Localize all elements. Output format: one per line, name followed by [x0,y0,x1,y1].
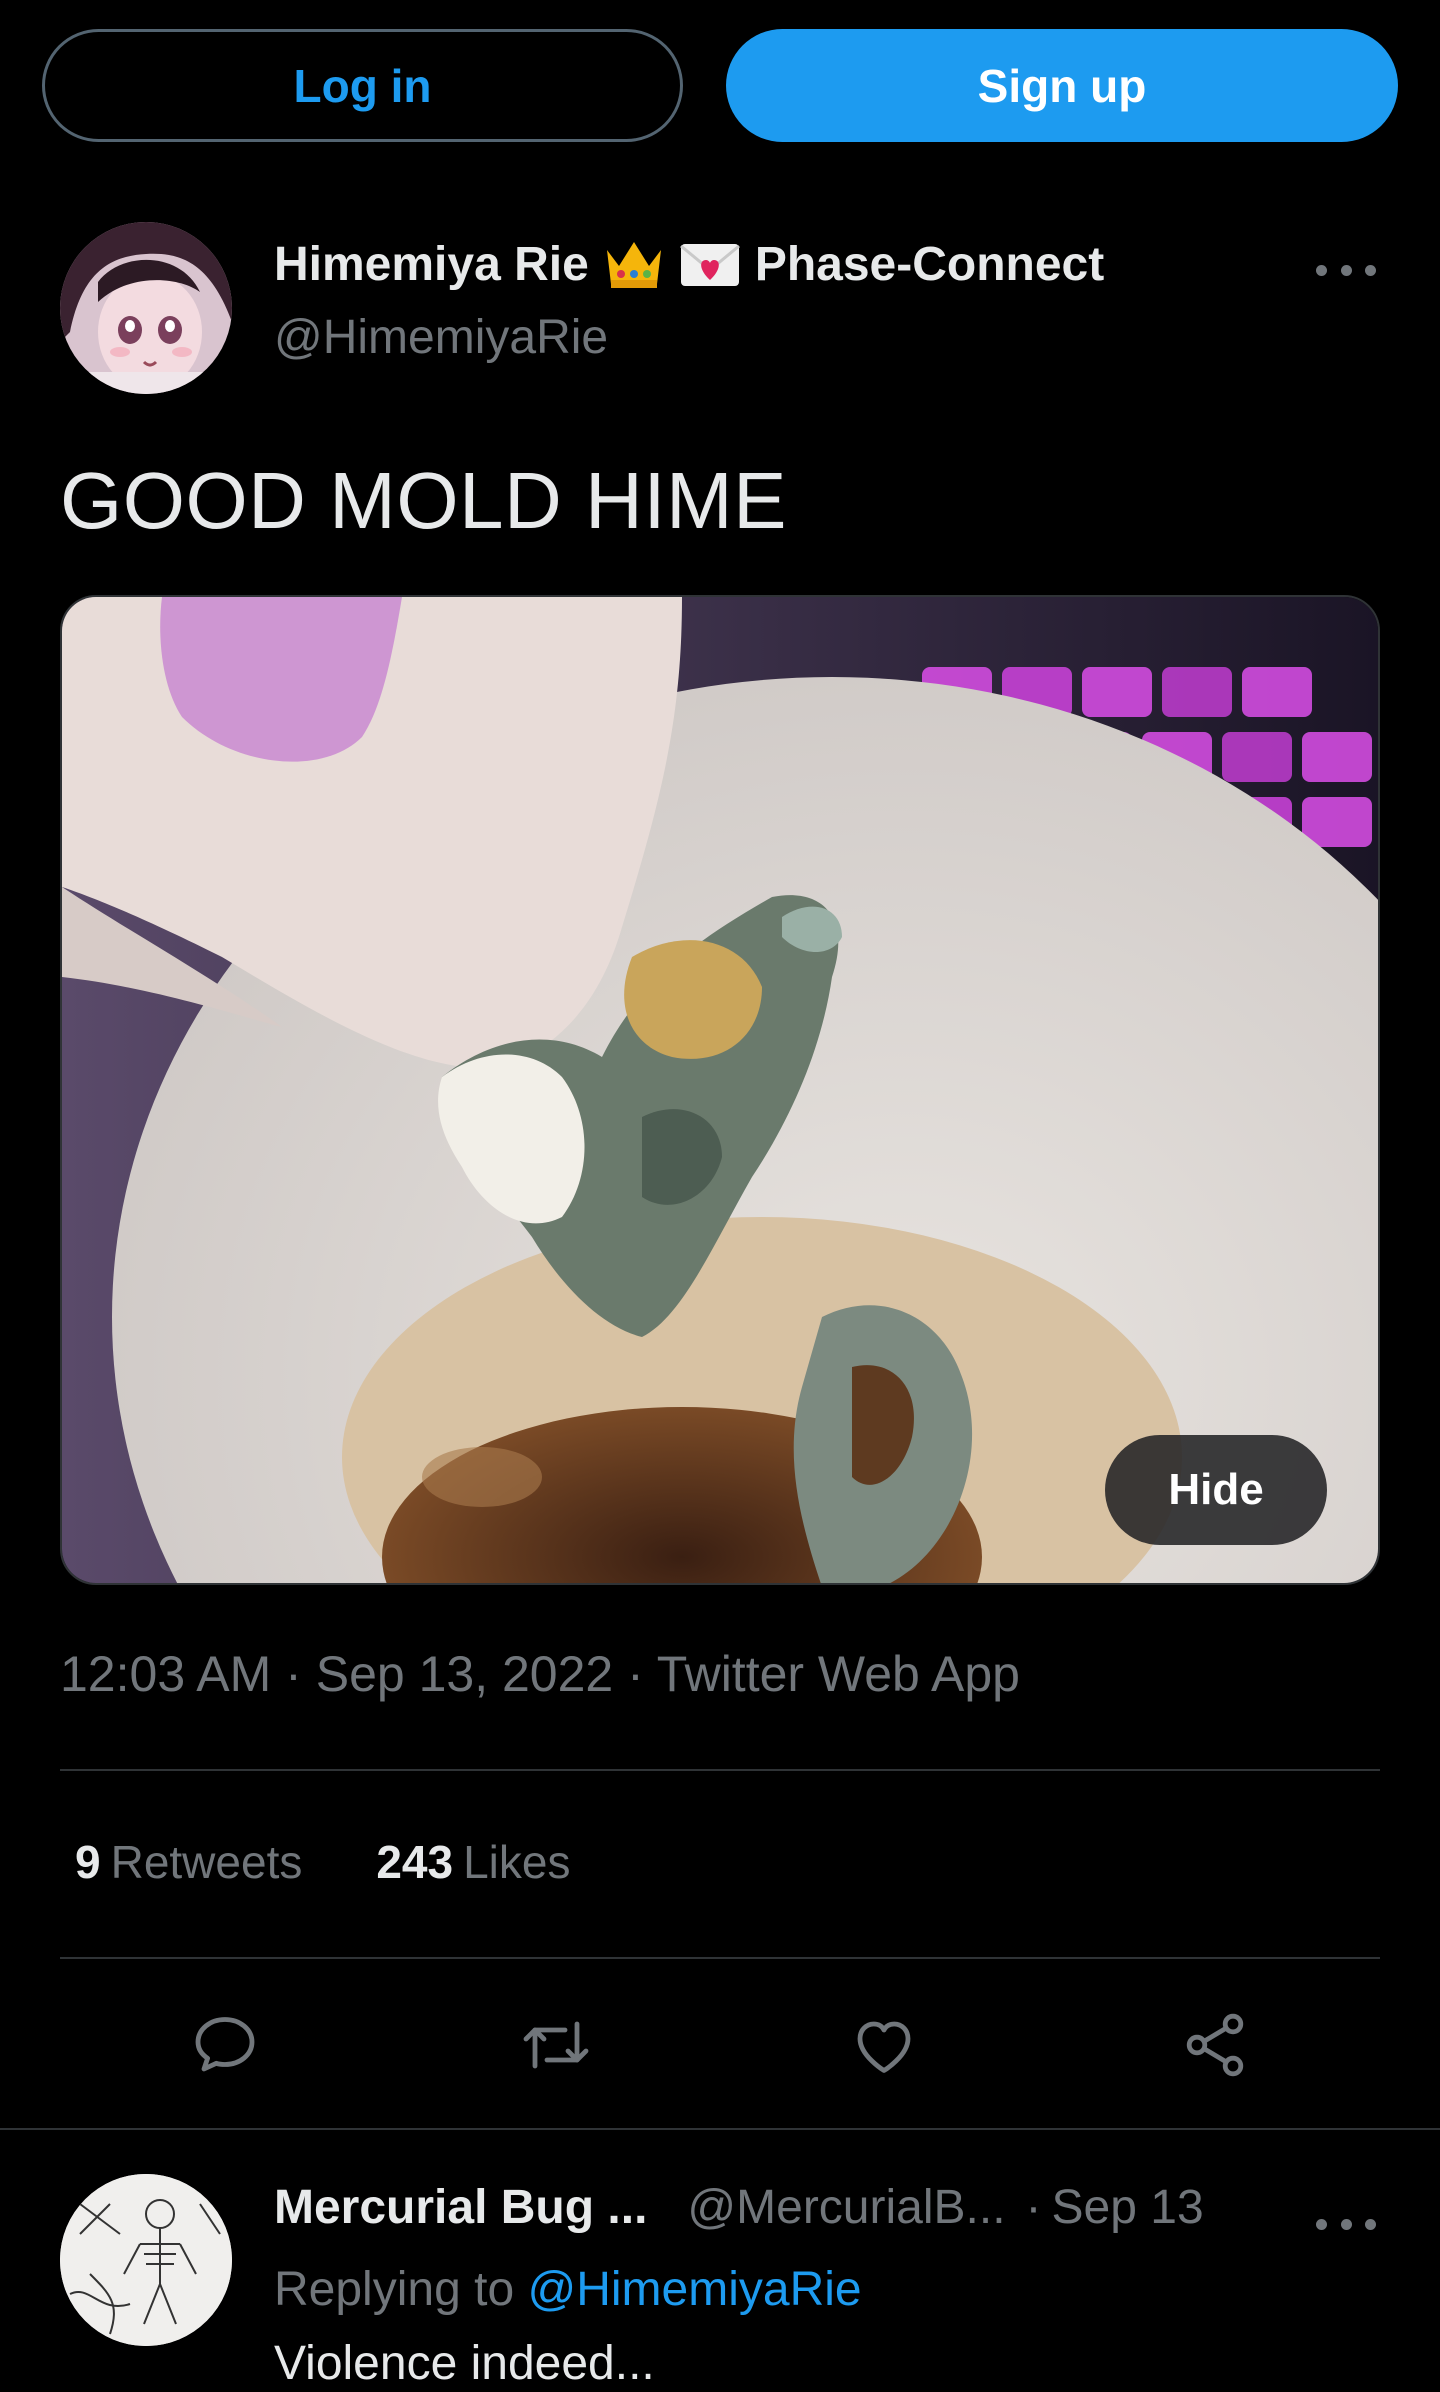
likes-stat[interactable]: 243 Likes [376,1835,570,1889]
author-avatar[interactable] [60,222,232,394]
reply-author-handle[interactable]: @MercurialB... [687,2180,1005,2235]
retweets-label: Retweets [110,1836,303,1888]
author-name-row[interactable]: Himemiya Rie Phase-Connect [274,236,1104,292]
more-options-icon[interactable] [1316,250,1376,290]
auth-bar: Log in Sign up [42,29,1398,142]
tweet-text: GOOD MOLD HIME [60,456,788,545]
reply-text: Violence indeed... [274,2337,655,2390]
tweet-time[interactable]: 12:03 AM [60,1646,271,1702]
section-divider [0,2128,1440,2130]
tweet-date[interactable]: Sep 13, 2022 [316,1646,614,1702]
reply-icon[interactable] [185,2005,265,2085]
divider [60,1957,1380,1959]
meta-separator: · [627,1646,644,1702]
tweet-meta: 12:03 AM · Sep 13, 2022 · Twitter Web Ap… [60,1645,1020,1703]
author-name-suffix: Phase-Connect [754,237,1105,291]
signup-button[interactable]: Sign up [726,29,1398,142]
replying-to-link[interactable]: @HimemiyaRie [527,2263,861,2316]
author-handle[interactable]: @HimemiyaRie [274,310,608,365]
love-letter-emoji-icon [679,236,741,292]
retweets-count: 9 [75,1836,101,1888]
author-name: Himemiya Rie [274,237,589,291]
replying-to: Replying to @HimemiyaRie [274,2262,862,2317]
retweet-icon[interactable] [516,2005,596,2085]
tweet-source: Twitter Web App [656,1646,1020,1702]
hide-media-button[interactable]: Hide [1105,1435,1327,1545]
login-button[interactable]: Log in [42,29,683,142]
crown-emoji-icon [603,236,665,292]
reply-more-options-icon[interactable] [1316,2204,1376,2244]
reply-separator: · [1025,2181,1042,2234]
share-icon[interactable] [1175,2005,1255,2085]
reply-author-name[interactable]: Mercurial Bug ... [274,2180,647,2235]
replying-prefix: Replying to [274,2263,515,2316]
divider [60,1769,1380,1771]
likes-count: 243 [376,1836,454,1888]
likes-label: Likes [463,1836,571,1888]
like-icon[interactable] [844,2005,924,2085]
tweet-media-image[interactable]: Hide [60,595,1380,1585]
meta-separator: · [285,1646,302,1702]
tweet-stats: 9 Retweets 243 Likes [75,1835,570,1889]
reply-date[interactable]: Sep 13 [1052,2180,1204,2235]
reply-header: Mercurial Bug ... @MercurialB... · Sep 1… [274,2180,1204,2235]
reply-author-avatar[interactable] [60,2174,232,2346]
tweet-actions [60,2005,1380,2085]
retweets-stat[interactable]: 9 Retweets [75,1835,302,1889]
